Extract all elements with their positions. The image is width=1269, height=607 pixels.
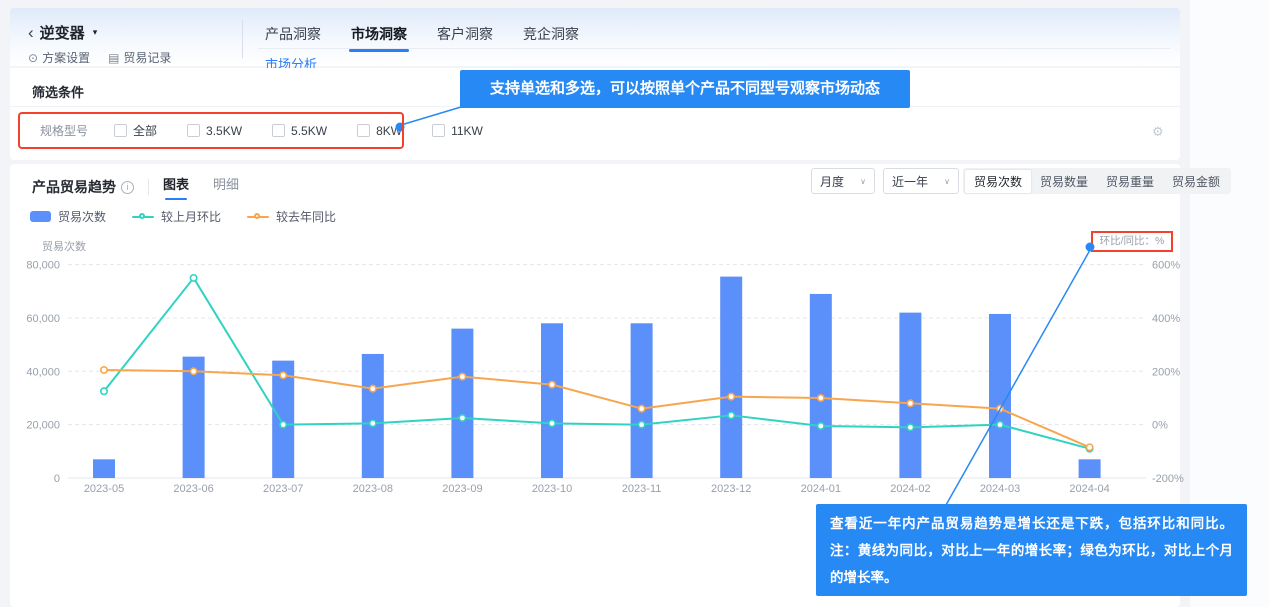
checkbox-icon	[432, 124, 445, 137]
checkbox-11KW[interactable]: 11KW	[432, 124, 483, 138]
chart-title: 产品贸易趋势	[32, 177, 116, 197]
document-icon: ▤	[108, 51, 119, 65]
spec-filter-row: 规格型号 全部 3.5KW 5.5KW 8KW 11KW	[40, 122, 513, 139]
legend-label: 较去年同比	[276, 208, 336, 225]
chevron-down-icon: ∨	[944, 177, 950, 186]
info-icon[interactable]: i	[121, 181, 134, 194]
checkbox-icon	[357, 124, 370, 137]
right-axis-title-highlighted: 环比/同比：%	[1091, 231, 1173, 252]
metric-button-贸易次数[interactable]: 贸易次数	[965, 170, 1031, 193]
chart-legend: 贸易次数 较上月环比 较去年同比	[30, 208, 336, 225]
checkbox-label: 3.5KW	[206, 124, 242, 138]
checkbox-5.5KW[interactable]: 5.5KW	[272, 124, 327, 138]
header-actions: ⊙ 方案设置 ▤ 贸易记录	[28, 49, 171, 66]
view-tab-图表[interactable]: 图表	[163, 174, 189, 200]
legend-item-较去年同比[interactable]: 较去年同比	[247, 208, 336, 225]
legend-line-marker	[139, 213, 145, 219]
header-action-label: 贸易记录	[123, 49, 171, 66]
legend-label: 贸易次数	[58, 208, 106, 225]
page-title: 逆变器	[40, 22, 85, 43]
checkbox-icon	[114, 124, 127, 137]
gear-icon[interactable]: ⚙	[1152, 124, 1164, 140]
legend-bar-swatch	[30, 211, 51, 222]
metric-button-group: 贸易次数贸易数量贸易重量贸易金额	[963, 168, 1231, 194]
legend-line-swatch	[247, 212, 269, 222]
divider	[148, 179, 149, 195]
chevron-down-icon[interactable]: ▾	[93, 27, 98, 38]
legend-item-贸易次数[interactable]: 贸易次数	[30, 208, 106, 225]
checkbox-label: 8KW	[376, 124, 402, 138]
checkbox-icon	[272, 124, 285, 137]
header-action-贸易记录[interactable]: ▤ 贸易记录	[108, 49, 171, 66]
metric-button-贸易重量[interactable]: 贸易重量	[1097, 170, 1163, 193]
checkbox-icon	[187, 124, 200, 137]
legend-item-较上月环比[interactable]: 较上月环比	[132, 208, 221, 225]
back-icon[interactable]: ‹	[28, 25, 34, 41]
chevron-down-icon: ∨	[860, 177, 866, 186]
header-action-label: 方案设置	[42, 49, 90, 66]
checkbox-label: 5.5KW	[291, 124, 327, 138]
view-tab-明细[interactable]: 明细	[213, 174, 239, 200]
left-axis-title: 贸易次数	[42, 238, 86, 254]
tabs-underline	[258, 48, 1170, 49]
chart-header: 产品贸易趋势 i 图表明细	[32, 174, 263, 200]
range-select[interactable]: 近一年 ∨	[883, 168, 959, 194]
checkbox-全部[interactable]: 全部	[114, 122, 157, 139]
legend-label: 较上月环比	[161, 208, 221, 225]
checkbox-label: 11KW	[451, 124, 483, 138]
target-icon: ⊙	[28, 51, 38, 65]
range-select-value: 近一年	[892, 173, 928, 190]
header-action-方案设置[interactable]: ⊙ 方案设置	[28, 49, 90, 66]
checkbox-3.5KW[interactable]: 3.5KW	[187, 124, 242, 138]
header-divider	[242, 20, 243, 58]
legend-line-marker	[254, 213, 260, 219]
page-header: ‹ 逆变器 ▾ ⊙方案设置▤贸易记录 产品洞察市场洞察客户洞察竞企洞察 市场分析	[10, 8, 1180, 66]
legend-line-swatch	[132, 212, 154, 222]
axis-tip-callout: 查看近一年内产品贸易趋势是增长还是下跌，包括环比和同比。注：黄线为同比，对比上一…	[816, 504, 1247, 596]
breadcrumb: ‹ 逆变器 ▾	[28, 22, 97, 43]
checkbox-8KW[interactable]: 8KW	[357, 124, 402, 138]
period-select-value: 月度	[820, 173, 844, 190]
period-select[interactable]: 月度 ∨	[811, 168, 875, 194]
filter-title: 筛选条件	[32, 82, 84, 101]
metric-button-贸易数量[interactable]: 贸易数量	[1031, 170, 1097, 193]
spec-filter-label: 规格型号	[40, 122, 88, 139]
checkbox-label: 全部	[133, 122, 157, 139]
metric-button-贸易金额[interactable]: 贸易金额	[1163, 170, 1229, 193]
filter-tip-callout: 支持单选和多选，可以按照单个产品不同型号观察市场动态	[460, 70, 910, 108]
